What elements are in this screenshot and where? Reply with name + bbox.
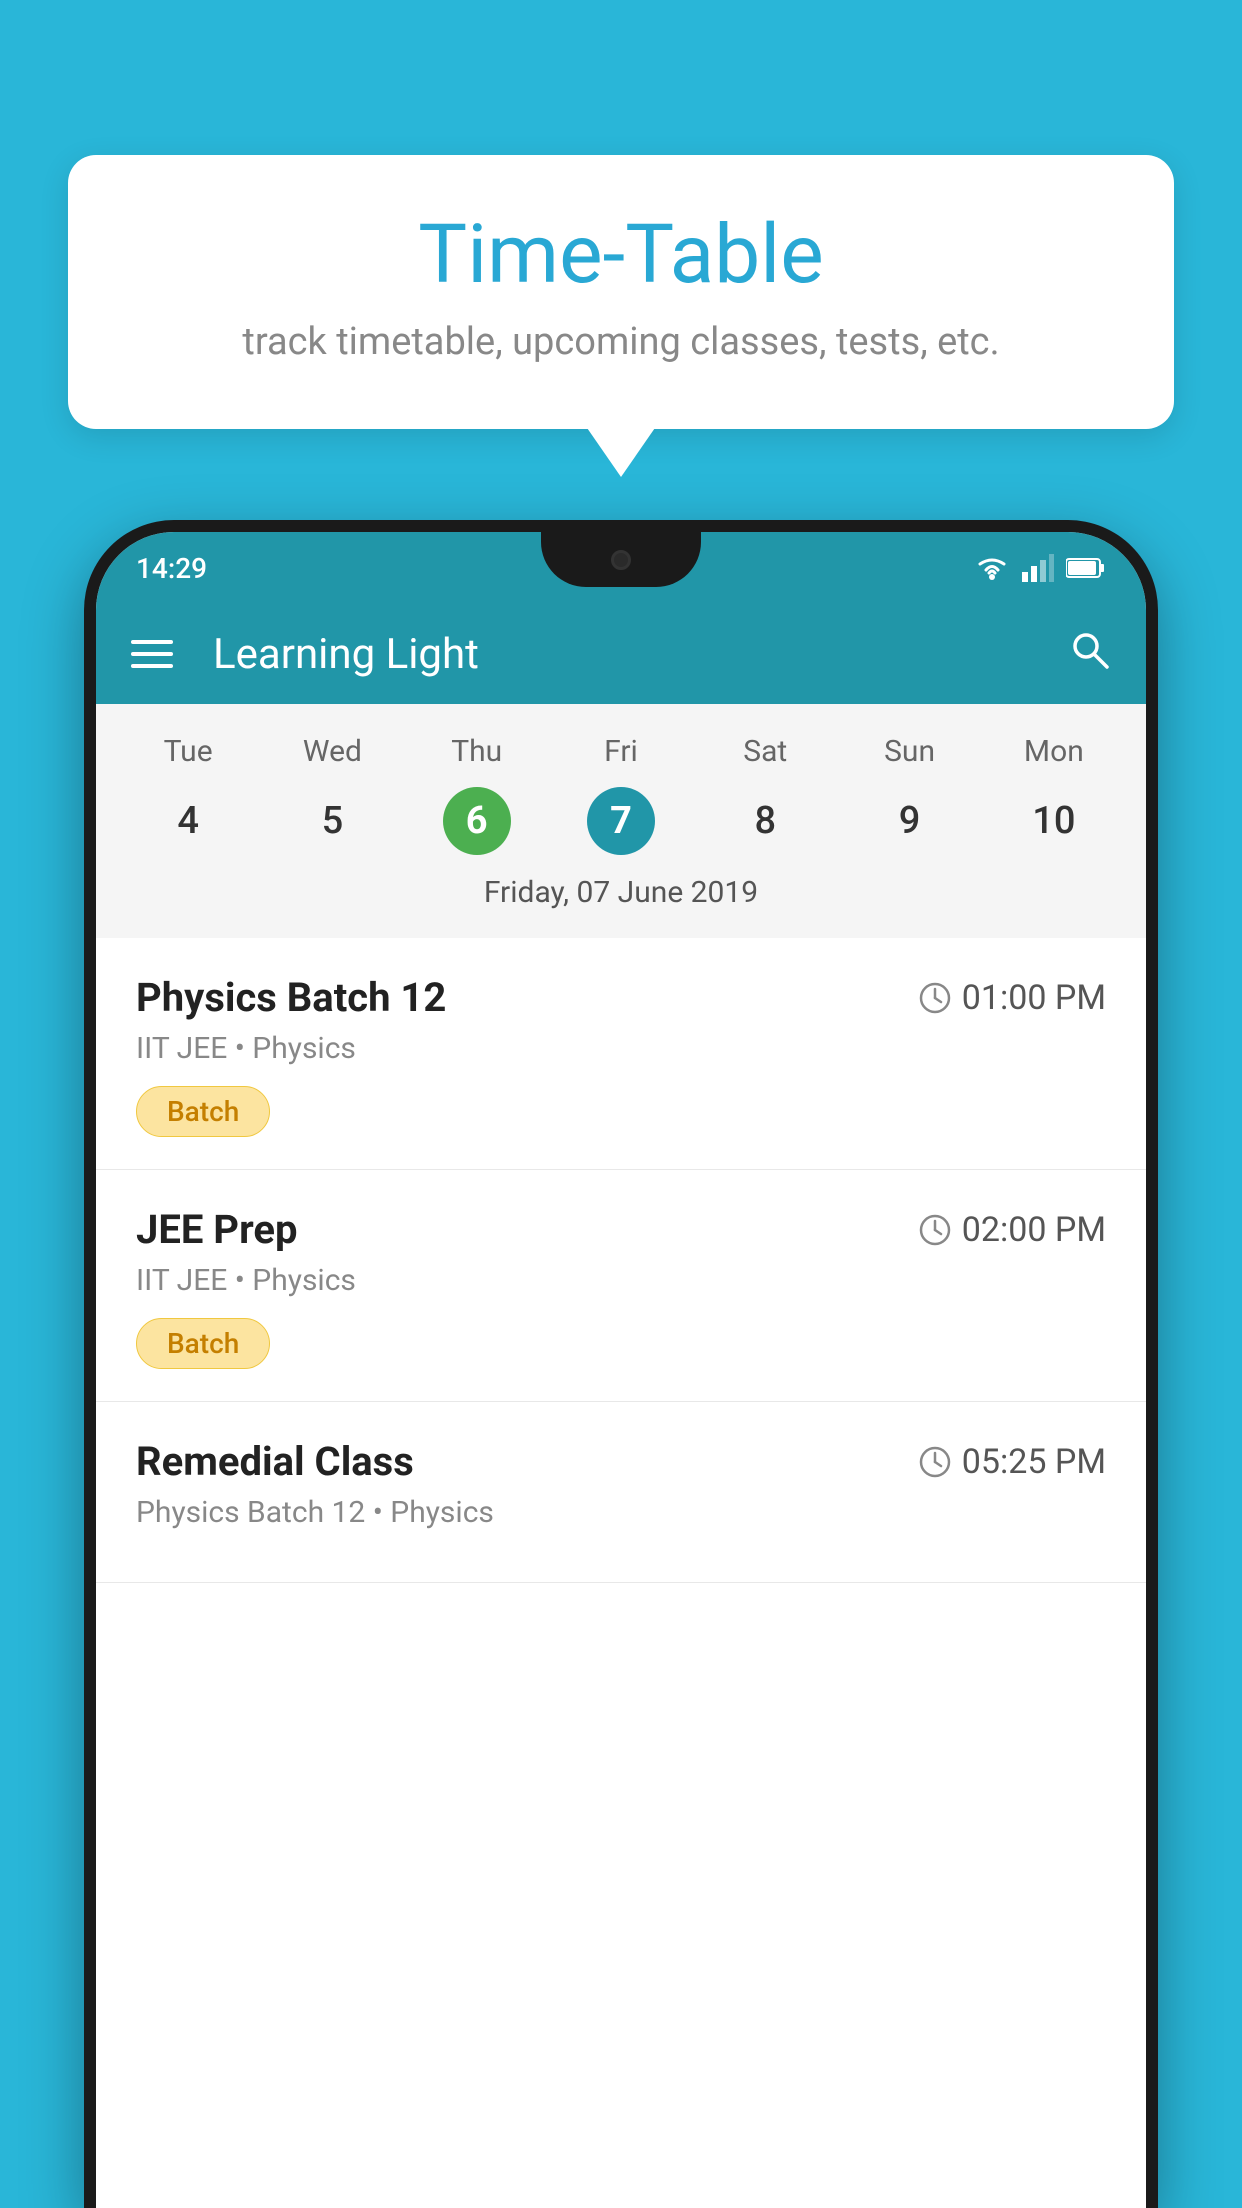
schedule-time-text: 02:00 PM: [962, 1210, 1106, 1250]
clock-icon: [918, 1445, 952, 1479]
status-time: 14:29: [136, 552, 207, 585]
clock-icon: [918, 981, 952, 1015]
batch-badge: Batch: [136, 1086, 270, 1137]
menu-button[interactable]: [131, 640, 173, 668]
battery-icon: [1066, 557, 1106, 579]
app-bar: Learning Light: [96, 604, 1146, 704]
day-number[interactable]: 6: [443, 787, 511, 855]
schedule-subtitle: IIT JEE • Physics: [136, 1031, 1106, 1066]
schedule-subtitle: Physics Batch 12 • Physics: [136, 1495, 1106, 1530]
schedule-title: Remedial Class: [136, 1438, 414, 1485]
speech-bubble: Time-Table track timetable, upcoming cla…: [68, 155, 1174, 429]
schedule-title: JEE Prep: [136, 1206, 297, 1253]
day-number[interactable]: 4: [116, 787, 260, 855]
app-title: Learning Light: [213, 630, 1037, 679]
day-number[interactable]: 8: [693, 787, 837, 855]
schedule-title: Physics Batch 12: [136, 974, 446, 1021]
day-numbers[interactable]: 456 78910: [96, 779, 1146, 863]
calendar-strip: TueWedThuFriSatSunMon 456 78910 Friday, 0…: [96, 704, 1146, 938]
day-header: Fri: [549, 724, 693, 779]
signal-icon: [1022, 554, 1054, 582]
schedule-item[interactable]: Remedial Class 05:25 PM Physics Batch 12 •…: [96, 1402, 1146, 1583]
schedule-time-text: 05:25 PM: [962, 1442, 1106, 1482]
schedule-item[interactable]: JEE Prep 02:00 PM IIT JEE • Physics Batch: [96, 1170, 1146, 1402]
status-icons: [974, 554, 1106, 582]
bubble-subtitle: track timetable, upcoming classes, tests…: [128, 320, 1114, 364]
day-header: Sun: [837, 724, 981, 779]
day-headers: TueWedThuFriSatSunMon: [96, 724, 1146, 779]
selected-date: Friday, 07 June 2019: [96, 863, 1146, 928]
notch: [541, 532, 701, 587]
day-header: Thu: [405, 724, 549, 779]
clock-icon: [918, 1213, 952, 1247]
day-header: Tue: [116, 724, 260, 779]
bubble-title: Time-Table: [128, 210, 1114, 300]
day-number[interactable]: 5: [260, 787, 404, 855]
day-header: Mon: [982, 724, 1126, 779]
schedule-subtitle: IIT JEE • Physics: [136, 1263, 1106, 1298]
day-number[interactable]: 7: [587, 787, 655, 855]
schedule-list: Physics Batch 12 01:00 PM IIT JEE • Physic…: [96, 938, 1146, 1583]
search-icon[interactable]: [1067, 627, 1111, 682]
day-number[interactable]: 9: [837, 787, 981, 855]
schedule-item[interactable]: Physics Batch 12 01:00 PM IIT JEE • Physic…: [96, 938, 1146, 1170]
batch-badge: Batch: [136, 1318, 270, 1369]
schedule-time-text: 01:00 PM: [962, 978, 1106, 1018]
camera-dot: [611, 550, 631, 570]
day-header: Wed: [260, 724, 404, 779]
phone-frame: 14:29: [84, 520, 1158, 2208]
wifi-icon: [974, 554, 1010, 582]
phone-inner: 14:29: [96, 532, 1146, 2208]
status-bar: 14:29: [96, 532, 1146, 604]
day-header: Sat: [693, 724, 837, 779]
day-number[interactable]: 10: [982, 787, 1126, 855]
